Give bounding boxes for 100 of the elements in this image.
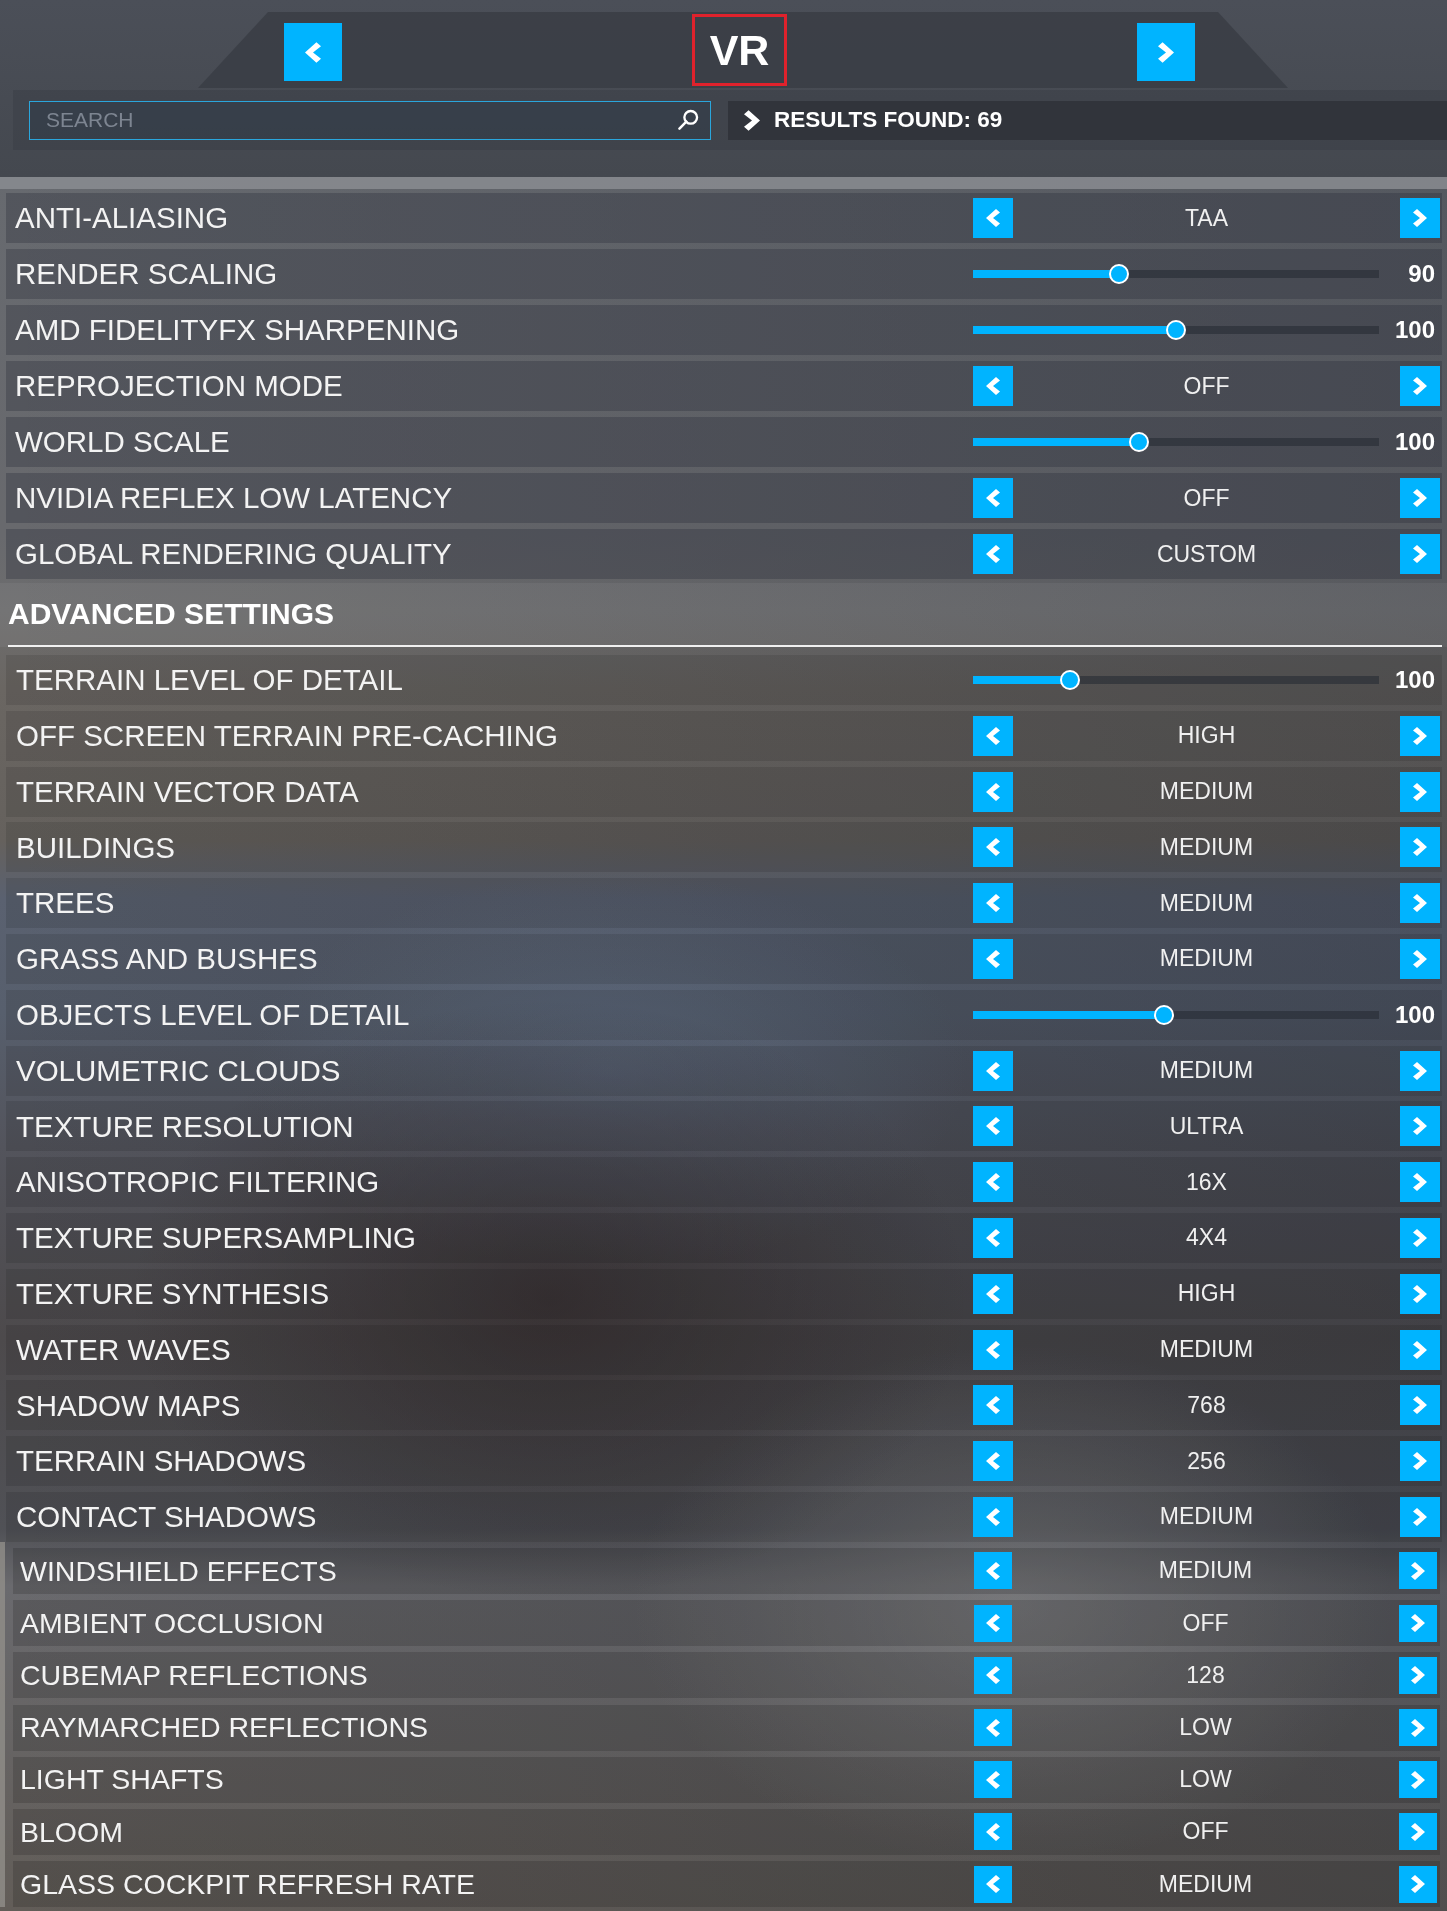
previous-option-button[interactable]	[973, 1496, 1013, 1537]
next-option-button[interactable]	[1400, 1273, 1440, 1314]
setting-value: OFF	[1182, 374, 1231, 398]
slider-track[interactable]	[973, 264, 1379, 284]
setting-value: CUSTOM	[1155, 542, 1258, 566]
chevron-right-icon	[1158, 41, 1174, 63]
next-option-button[interactable]	[1400, 771, 1440, 812]
previous-option-button[interactable]	[973, 1273, 1013, 1314]
previous-option-button[interactable]	[974, 1552, 1012, 1590]
chevron-right-icon	[1413, 1396, 1427, 1415]
setting-value: HIGH	[1176, 724, 1237, 748]
setting-value: MEDIUM	[1158, 1059, 1255, 1083]
chevron-right-icon	[1413, 1228, 1427, 1247]
slider-thumb[interactable]	[1166, 320, 1186, 340]
setting-label: AMD FIDELITYFX SHARPENING	[14, 315, 461, 345]
chevron-left-icon	[986, 1507, 1000, 1526]
search-field[interactable]: SEARCH	[46, 105, 678, 135]
next-option-button[interactable]	[1400, 1441, 1440, 1482]
slider-value: 100	[1393, 318, 1436, 342]
setting-value: MEDIUM	[1158, 891, 1255, 915]
chevron-right-icon	[1413, 894, 1427, 913]
setting-label: TEXTURE SYNTHESIS	[15, 1279, 331, 1309]
setting-value: 256	[1186, 1449, 1227, 1473]
setting-value: LOW	[1178, 1768, 1233, 1792]
previous-option-button[interactable]	[974, 1865, 1012, 1903]
tab-title: VR	[692, 14, 787, 86]
chevron-right-icon	[1413, 1340, 1427, 1359]
next-option-button[interactable]	[1400, 715, 1440, 756]
setting-value: MEDIUM	[1158, 1505, 1255, 1529]
previous-option-button[interactable]	[973, 715, 1013, 756]
slider-track[interactable]	[973, 320, 1379, 340]
slider-thumb[interactable]	[1129, 432, 1150, 452]
slider-value: 90	[1407, 262, 1436, 286]
chevron-right-icon	[1413, 950, 1427, 968]
next-option-button[interactable]	[1399, 1761, 1437, 1799]
previous-option-button[interactable]	[973, 1385, 1013, 1426]
slider-track[interactable]	[973, 1004, 1379, 1025]
chevron-right-icon	[1413, 838, 1427, 857]
next-option-button[interactable]	[1400, 1329, 1440, 1370]
chevron-left-icon	[986, 1117, 1000, 1136]
chevron-left-icon	[986, 1875, 1000, 1894]
setting-label: GLASS COCKPIT REFRESH RATE	[19, 1869, 477, 1899]
next-option-button[interactable]	[1400, 1050, 1440, 1091]
previous-option-button[interactable]	[974, 1656, 1012, 1694]
chevron-right-icon	[1411, 1718, 1425, 1737]
next-option-button[interactable]	[1400, 1496, 1440, 1537]
previous-option-button[interactable]	[974, 1604, 1012, 1642]
previous-option-button[interactable]	[973, 771, 1013, 812]
chevron-right-icon	[1411, 1561, 1425, 1580]
next-option-button[interactable]	[1399, 1552, 1437, 1590]
previous-option-button[interactable]	[973, 883, 1013, 924]
setting-label: WORLD SCALE	[14, 427, 231, 457]
chevron-right-icon	[1411, 1822, 1425, 1841]
setting-label: REPROJECTION MODE	[14, 371, 344, 401]
chevron-left-icon	[986, 1228, 1000, 1247]
previous-option-button[interactable]	[973, 1441, 1013, 1482]
setting-label: CUBEMAP REFLECTIONS	[19, 1661, 369, 1690]
previous-option-button[interactable]	[973, 1106, 1013, 1147]
setting-label: TEXTURE SUPERSAMPLING	[15, 1223, 417, 1253]
chevron-right-icon	[1411, 1666, 1425, 1685]
chevron-left-icon	[986, 950, 1000, 968]
chevron-left-icon	[986, 489, 1000, 507]
previous-option-button[interactable]	[973, 1217, 1013, 1258]
chevron-left-icon	[986, 1666, 1000, 1685]
chevron-left-icon	[986, 209, 1000, 227]
next-option-button[interactable]	[1400, 1217, 1440, 1258]
next-option-button[interactable]	[1400, 1385, 1440, 1426]
setting-label: BLOOM	[19, 1817, 124, 1847]
slider-thumb[interactable]	[1060, 670, 1081, 690]
slider-thumb[interactable]	[1109, 264, 1130, 284]
section-title: ADVANCED SETTINGS	[8, 599, 335, 629]
next-option-button[interactable]	[1399, 1813, 1437, 1851]
next-option-button[interactable]	[1399, 1656, 1437, 1694]
slider-track[interactable]	[973, 670, 1379, 690]
next-option-button[interactable]	[1400, 883, 1440, 924]
previous-option-button[interactable]	[973, 827, 1013, 868]
chevron-right-icon	[1411, 1614, 1425, 1633]
setting-label: NVIDIA REFLEX LOW LATENCY	[14, 483, 454, 513]
previous-option-button[interactable]	[973, 1050, 1013, 1091]
setting-label: ANISOTROPIC FILTERING	[15, 1167, 381, 1197]
previous-option-button[interactable]	[974, 1761, 1012, 1799]
chevron-left-icon	[986, 1396, 1000, 1415]
next-option-button[interactable]	[1400, 827, 1440, 868]
next-option-button[interactable]	[1399, 1604, 1437, 1642]
next-option-button[interactable]	[1400, 1106, 1440, 1147]
search-box[interactable]: SEARCH	[29, 100, 711, 140]
chevron-left-icon	[986, 1061, 1000, 1080]
next-option-button[interactable]	[1400, 1162, 1440, 1203]
previous-option-button[interactable]	[973, 1329, 1013, 1370]
setting-label: SHADOW MAPS	[15, 1390, 242, 1421]
next-option-button[interactable]	[1399, 1865, 1437, 1903]
chevron-right-icon	[1413, 1061, 1427, 1080]
setting-label: BUILDINGS	[15, 832, 176, 863]
setting-value: MEDIUM	[1157, 1872, 1254, 1896]
previous-option-button[interactable]	[973, 1162, 1013, 1203]
slider-track[interactable]	[973, 432, 1379, 452]
chevron-left-icon	[986, 782, 1000, 801]
previous-option-button[interactable]	[974, 1813, 1012, 1851]
chevron-right-icon	[1413, 1507, 1427, 1526]
slider-thumb[interactable]	[1153, 1004, 1174, 1025]
